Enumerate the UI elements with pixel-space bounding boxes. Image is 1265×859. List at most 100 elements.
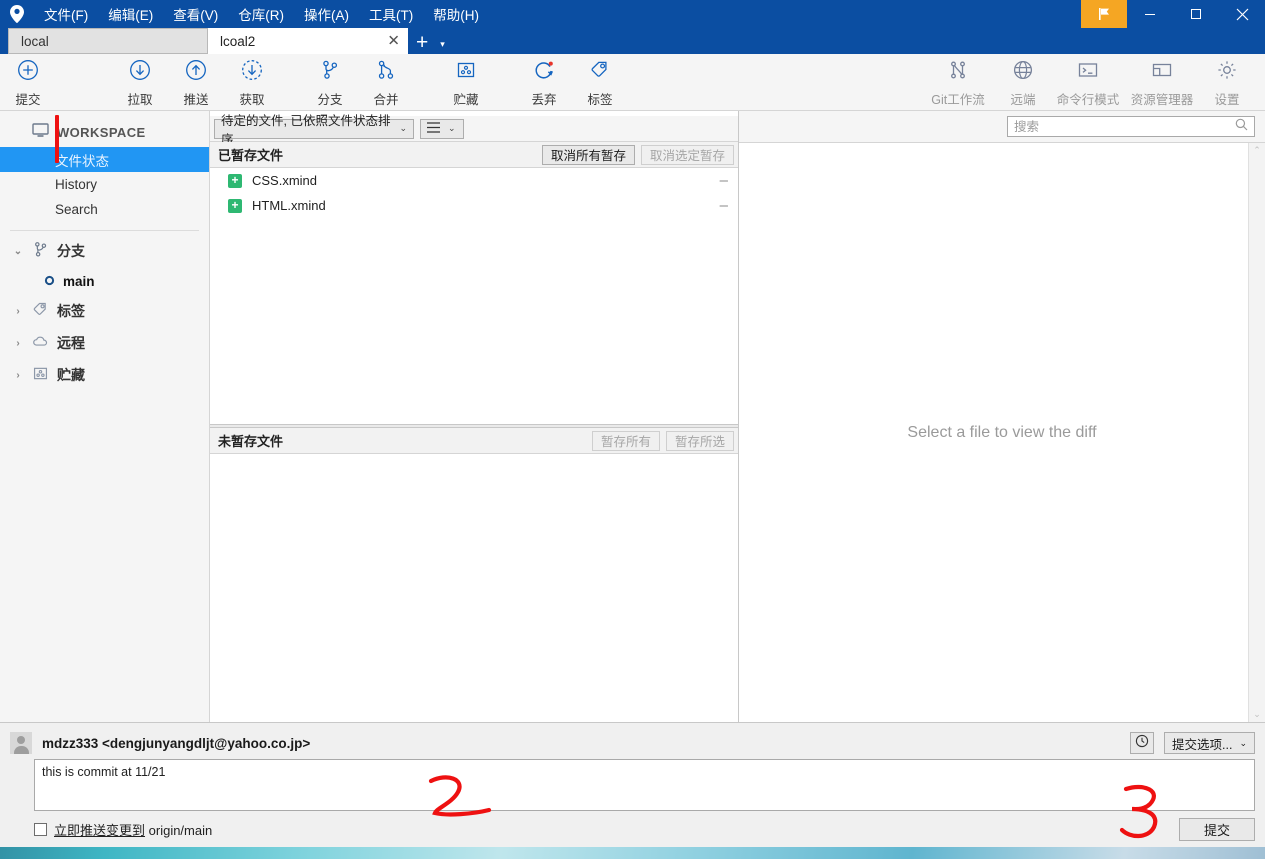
flag-icon[interactable] [1081,0,1127,28]
commit-panel: mdzz333 <dengjunyangdljt@yahoo.co.jp> 提交… [0,722,1265,847]
push-immediately-label: 立即推送变更到 origin/main [54,820,212,839]
pull-down-arrow-icon [128,58,152,87]
toolbar-left-group: 提交 拉取 推送 获取 分支 合并 贮藏 丢弃 标签 [0,56,628,108]
sidebar-group-remotes[interactable]: › 远程 [0,327,209,359]
diff-viewer: Select a file to view the diff ⌃ ⌄ [739,142,1265,722]
commit-options-button[interactable]: 提交选项... ⌄ [1164,732,1255,754]
status-badge: + [228,173,242,188]
terminal-icon [1076,58,1100,87]
toolbar-explorer-button[interactable]: 资源管理器 [1125,56,1199,108]
sidebar-group-branches[interactable]: ⌄ 分支 [0,235,209,267]
sidebar-group-stashes[interactable]: › 贮藏 [0,359,209,391]
menu-bar: 文件(F) 编辑(E) 查看(V) 仓库(R) 操作(A) 工具(T) 帮助(H… [34,0,489,28]
push-immediately-checkbox[interactable] [34,822,47,836]
stash-box-icon [31,364,50,386]
file-name: CSS.xmind [252,173,318,188]
sort-dropdown[interactable]: 待定的文件, 已依照文件状态排序 ⌄ [214,114,414,147]
toolbar-settings-button[interactable]: 设置 [1199,56,1255,108]
toolbar-gitflow-button[interactable]: Git工作流 [921,56,995,108]
push-immediately-checkbox-row[interactable]: 立即推送变更到 origin/main [34,820,1179,839]
toolbar-discard-label: 丢弃 [531,93,557,107]
menu-tools[interactable]: 工具(T) [359,0,423,28]
main-body: WORKSPACE 文件状态 History Search ⌄ 分支 main … [0,111,1265,722]
file-panels-column: 待定的文件, 已依照文件状态排序 ⌄ ⌄ 已暂存文件 取消所有暂存 取消选定暂存 [210,111,739,722]
file-name: HTML.xmind [252,198,326,213]
stage-selected-button[interactable]: 暂存所选 [665,430,734,451]
tab-lcoal2-label: lcoal2 [220,33,256,49]
toolbar-branch-label: 分支 [317,93,343,107]
tag-icon [31,300,50,322]
sidebar-item-history[interactable]: History [0,172,209,197]
chevron-right-icon: › [16,305,20,317]
maximize-button[interactable] [1173,0,1219,28]
table-row[interactable]: + CSS.xmind – [210,168,738,193]
close-button[interactable] [1219,0,1265,28]
view-mode-dropdown[interactable]: ⌄ [420,118,464,139]
toolbar-discard-button[interactable]: 丢弃 [516,56,572,108]
diff-column: Select a file to view the diff ⌃ ⌄ [739,111,1265,722]
chevron-down-icon: ⌄ [399,123,407,133]
unstage-row-button[interactable]: – [720,198,728,213]
tag-icon [588,58,612,87]
toolbar-push-button[interactable]: 推送 [168,56,224,108]
toolbar-commit-button[interactable]: 提交 [0,56,56,108]
toolbar-tag-button[interactable]: 标签 [572,56,628,108]
chevron-right-icon: › [16,337,20,349]
scroll-down-arrow-icon[interactable]: ⌄ [1253,709,1261,720]
toolbar-pull-label: 拉取 [127,93,153,107]
staged-file-list: + CSS.xmind – + HTML.xmind – [210,168,738,424]
menu-edit[interactable]: 编辑(E) [98,0,163,28]
scroll-up-arrow-icon[interactable]: ⌃ [1253,145,1261,156]
search-input[interactable] [1014,119,1235,134]
tab-close-icon[interactable]: ✕ [387,34,400,49]
commit-plus-icon [16,58,40,87]
toolbar-merge-button[interactable]: 合并 [358,56,414,108]
tab-local[interactable]: local [8,28,208,54]
sidebar-item-search[interactable]: Search [0,197,209,222]
toolbar-stash-label: 贮藏 [453,93,479,107]
status-badge: + [228,198,242,213]
table-row[interactable]: + HTML.xmind – [210,193,738,218]
toolbar-remote-button[interactable]: 远端 [995,56,1051,108]
globe-icon [1011,58,1035,87]
sidebar-group-tags[interactable]: › 标签 [0,295,209,327]
annotation-mark-1 [55,115,59,163]
stage-all-button[interactable]: 暂存所有 [591,430,660,451]
sidebar-branch-main-label: main [63,273,95,289]
menu-file[interactable]: 文件(F) [34,0,98,28]
sidebar-group-tags-label: 标签 [57,303,85,319]
tab-list-caret-icon[interactable]: ▾ [436,39,455,54]
toolbar-branch-button[interactable]: 分支 [302,56,358,108]
unstage-row-button[interactable]: – [720,173,728,188]
minimize-button[interactable] [1127,0,1173,28]
sidebar-group-stashes-label: 贮藏 [57,367,85,383]
menu-repository[interactable]: 仓库(R) [228,0,294,28]
toolbar-stash-button[interactable]: 贮藏 [438,56,494,108]
chevron-right-icon: › [16,369,20,381]
unstage-all-button[interactable]: 取消所有暂存 [541,144,635,165]
avatar [10,732,32,754]
diff-scrollbar[interactable]: ⌃ ⌄ [1248,143,1265,722]
toolbar-pull-button[interactable]: 拉取 [112,56,168,108]
toolbar-terminal-button[interactable]: 命令行模式 [1051,56,1125,108]
branch-icon [318,58,342,87]
toolbar-remote-label: 远端 [1010,93,1036,107]
commit-history-button[interactable] [1130,732,1155,754]
sidebar-item-file-status[interactable]: 文件状态 [0,147,209,172]
menu-help[interactable]: 帮助(H) [423,0,489,28]
unstage-selected-button[interactable]: 取消选定暂存 [640,144,734,165]
search-box[interactable] [1007,116,1255,137]
commit-button[interactable]: 提交 [1179,817,1255,841]
sidebar-item-file-status-label: 文件状态 [55,153,109,169]
search-icon[interactable] [1235,118,1248,136]
menu-actions[interactable]: 操作(A) [294,0,359,28]
tab-lcoal2[interactable]: lcoal2 ✕ [208,28,408,54]
staged-panel-header: 已暂存文件 取消所有暂存 取消选定暂存 [210,142,738,168]
toolbar-fetch-button[interactable]: 获取 [224,56,280,108]
new-tab-button[interactable]: + [408,32,436,54]
commit-message-input[interactable]: this is commit at 11/21 [34,759,1255,811]
toolbar-gitflow-label: Git工作流 [931,93,985,107]
toolbar-merge-label: 合并 [373,93,399,107]
sidebar-branch-main[interactable]: main [0,267,209,295]
menu-view[interactable]: 查看(V) [163,0,228,28]
